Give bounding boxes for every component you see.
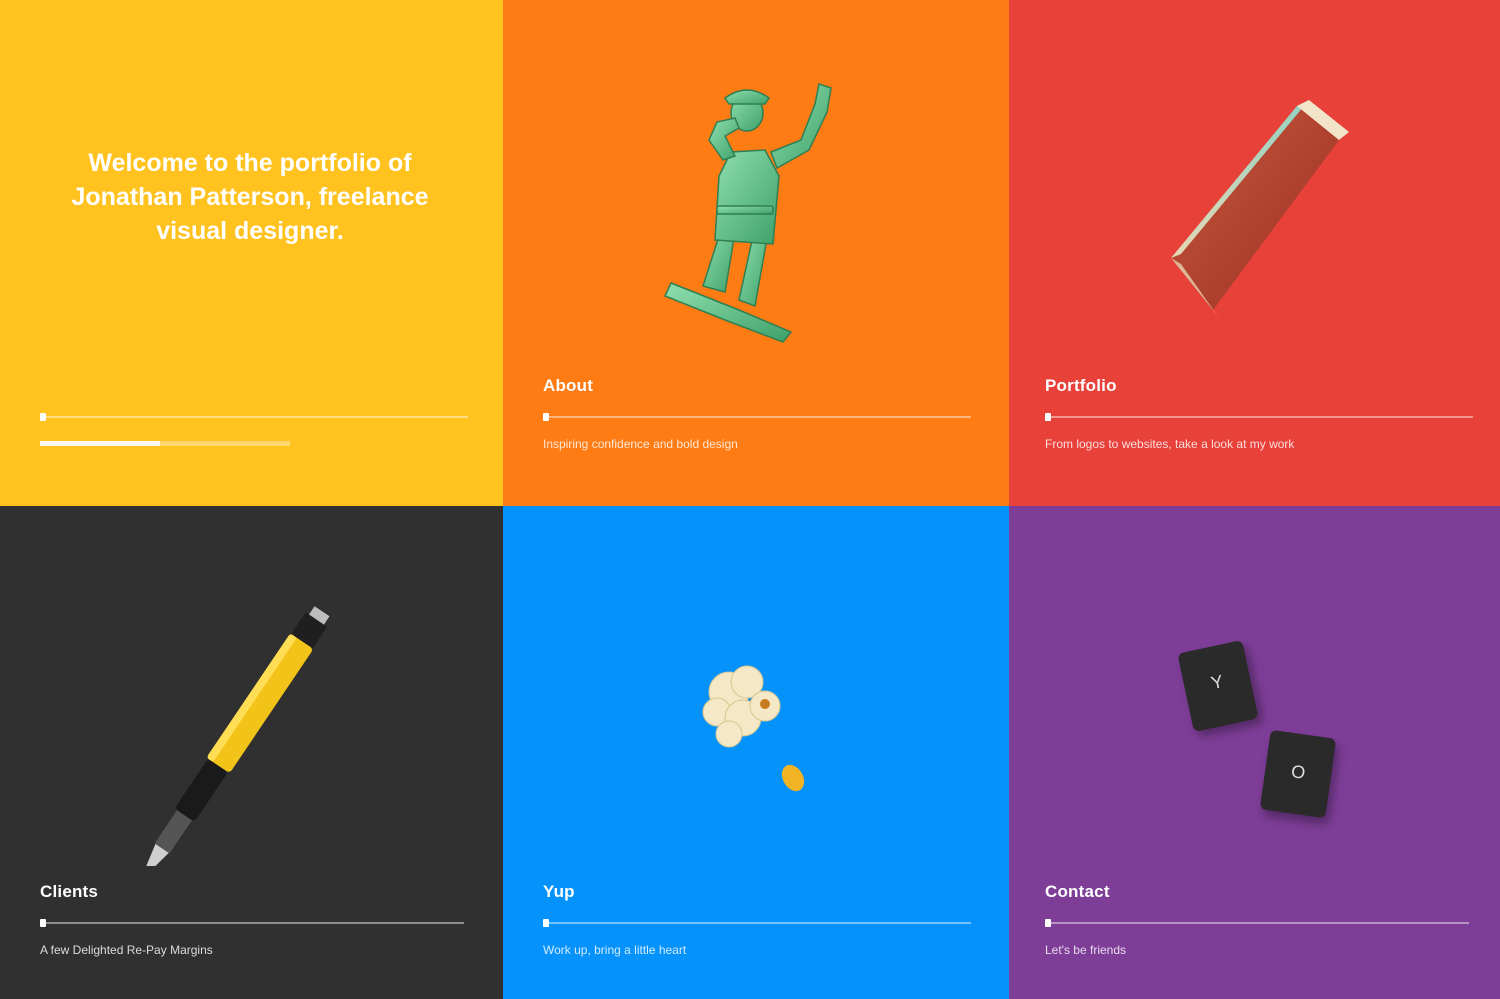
toy-soldier-image [663, 83, 832, 343]
key-y-label: Y [1209, 671, 1226, 694]
tile-clients[interactable]: Clients A few Delighted Re-Pay Margins [0, 506, 503, 999]
key-o-icon: O [1259, 729, 1337, 819]
tile-welcome[interactable]: Welcome to the portfolio of Jonathan Pat… [0, 0, 503, 506]
tile-portfolio-description: From logos to websites, take a look at m… [1045, 437, 1295, 451]
loading-progress-bar [40, 441, 290, 446]
popcorn-image [702, 665, 805, 792]
portfolio-grid: Welcome to the portfolio of Jonathan Pat… [0, 0, 1500, 999]
tile-welcome-divider [40, 413, 468, 421]
comb-image [1171, 100, 1349, 318]
tile-portfolio-divider [1045, 413, 1473, 421]
pen-image [139, 606, 330, 866]
tile-contact-label: Contact [1045, 882, 1110, 901]
tile-portfolio-label: Portfolio [1045, 376, 1117, 395]
tile-contact-description: Let's be friends [1045, 943, 1127, 957]
tile-about-description: Inspiring confidence and bold design [543, 437, 738, 451]
tile-about-label: About [543, 376, 594, 395]
tile-about-divider [543, 413, 971, 421]
tile-yup[interactable]: Yup Work up, bring a little heart [503, 506, 1009, 999]
key-y-icon: Y [1177, 640, 1259, 732]
key-o-label: O [1289, 761, 1307, 783]
tile-clients-label: Clients [40, 882, 99, 901]
tile-clients-description: A few Delighted Re-Pay Margins [40, 943, 213, 957]
tile-about[interactable]: About Inspiring confidence and bold desi… [503, 0, 1009, 506]
tile-portfolio[interactable]: Portfolio From logos to websites, take a… [1009, 0, 1500, 506]
tile-yup-label: Yup [543, 882, 575, 901]
tile-clients-divider [40, 919, 464, 927]
loading-progress-fill [40, 441, 160, 446]
tile-yup-description: Work up, bring a little heart [543, 943, 687, 957]
tile-contact[interactable]: Y O Contact Let's be friends [1009, 506, 1500, 999]
welcome-heading: Welcome to the portfolio of Jonathan Pat… [71, 149, 429, 245]
tile-contact-divider [1045, 919, 1469, 927]
tile-yup-divider [543, 919, 971, 927]
